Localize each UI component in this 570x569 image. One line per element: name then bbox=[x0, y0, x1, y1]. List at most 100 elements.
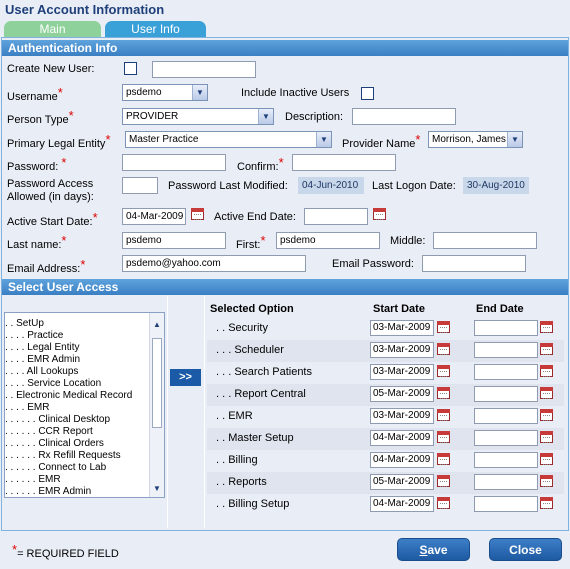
include-inactive-checkbox[interactable] bbox=[361, 87, 374, 100]
end-date-input[interactable] bbox=[474, 430, 538, 446]
start-date-input[interactable]: 03-Mar-2009 bbox=[370, 408, 434, 424]
active-end-input[interactable] bbox=[304, 208, 368, 225]
calendar-icon[interactable] bbox=[540, 387, 553, 399]
required-asterisk: * bbox=[105, 132, 111, 147]
tree-item[interactable]: . . . . EMR Admin bbox=[5, 354, 80, 366]
person-type-select[interactable]: PROVIDER ▼ bbox=[122, 108, 274, 125]
calendar-icon[interactable] bbox=[373, 208, 386, 220]
password-input[interactable] bbox=[122, 154, 226, 171]
active-start-input[interactable]: 04-Mar-2009 bbox=[122, 208, 186, 225]
access-tree-list[interactable]: . . SetUp . . . . Practice . . . . Legal… bbox=[4, 312, 165, 498]
calendar-icon[interactable] bbox=[437, 497, 450, 509]
active-end-label: Active End Date: bbox=[214, 211, 296, 223]
calendar-icon[interactable] bbox=[540, 321, 553, 333]
calendar-icon[interactable] bbox=[437, 321, 450, 333]
primary-legal-entity-select[interactable]: Master Practice ▼ bbox=[125, 131, 332, 148]
end-date-input[interactable] bbox=[474, 496, 538, 512]
tab-main[interactable]: Main bbox=[4, 21, 101, 38]
middle-name-input[interactable] bbox=[433, 232, 537, 249]
end-date-input[interactable] bbox=[474, 408, 538, 424]
end-date-input[interactable] bbox=[474, 474, 538, 490]
create-new-user-input[interactable] bbox=[152, 61, 256, 78]
tree-item[interactable]: . . . . . . CCR Report bbox=[5, 426, 93, 438]
password-label: Password: * bbox=[7, 155, 66, 173]
active-start-label: Active Start Date:* bbox=[7, 210, 98, 228]
email-password-input[interactable] bbox=[422, 255, 526, 272]
confirm-input[interactable] bbox=[292, 154, 396, 171]
start-date-input[interactable]: 03-Mar-2009 bbox=[370, 364, 434, 380]
calendar-icon[interactable] bbox=[437, 343, 450, 355]
tree-item[interactable]: . . . . EMR bbox=[5, 402, 49, 414]
password-access-input[interactable] bbox=[122, 177, 158, 194]
tree-item[interactable]: . . . . . . Connect to Lab bbox=[5, 462, 106, 474]
start-date-input[interactable]: 03-Mar-2009 bbox=[370, 342, 434, 358]
start-date-input[interactable]: 04-Mar-2009 bbox=[370, 496, 434, 512]
calendar-icon[interactable] bbox=[540, 365, 553, 377]
calendar-icon[interactable] bbox=[437, 409, 450, 421]
authentication-section-header: Authentication Info bbox=[2, 40, 568, 56]
password-label-text: Password: bbox=[7, 161, 59, 173]
calendar-icon[interactable] bbox=[540, 453, 553, 465]
scroll-down-icon[interactable]: ▼ bbox=[151, 483, 163, 495]
calendar-icon[interactable] bbox=[437, 387, 450, 399]
calendar-icon[interactable] bbox=[540, 431, 553, 443]
tree-item[interactable]: . . . . . . EMR bbox=[5, 474, 61, 486]
tree-item[interactable]: . . . . Legal Entity bbox=[5, 342, 79, 354]
access-option: . . Master Setup bbox=[216, 432, 294, 444]
save-button[interactable]: Save bbox=[397, 538, 470, 561]
last-name-input[interactable]: psdemo bbox=[122, 232, 226, 249]
create-new-user-checkbox[interactable] bbox=[124, 62, 137, 75]
column-header-start-date: Start Date bbox=[373, 303, 425, 315]
end-date-input[interactable] bbox=[474, 452, 538, 468]
scroll-up-icon[interactable]: ▲ bbox=[151, 319, 163, 331]
tree-item[interactable]: . . . . Service Location bbox=[5, 378, 101, 390]
tree-item[interactable]: . . . . Practice bbox=[5, 330, 63, 342]
end-date-input[interactable] bbox=[474, 386, 538, 402]
calendar-icon[interactable] bbox=[540, 343, 553, 355]
tree-scrollbar[interactable]: ▲ ▼ bbox=[149, 313, 164, 497]
end-date-input[interactable] bbox=[474, 320, 538, 336]
middle-name-label: Middle: bbox=[390, 235, 426, 247]
start-date-input[interactable]: 03-Mar-2009 bbox=[370, 320, 434, 336]
tree-item[interactable]: . . . . . . EMR Admin bbox=[5, 486, 91, 498]
tree-item[interactable]: . . SetUp bbox=[5, 318, 44, 330]
calendar-icon[interactable] bbox=[437, 431, 450, 443]
primary-legal-entity-value: Master Practice bbox=[129, 134, 199, 145]
calendar-icon[interactable] bbox=[540, 475, 553, 487]
calendar-icon[interactable] bbox=[437, 365, 450, 377]
tree-item[interactable]: . . . . . . Clinical Desktop bbox=[5, 414, 110, 426]
required-field-note: *= REQUIRED FIELD bbox=[12, 542, 119, 560]
required-asterisk: * bbox=[68, 108, 74, 123]
email-input[interactable]: psdemo@yahoo.com bbox=[122, 255, 306, 272]
add-access-button[interactable]: >> bbox=[170, 369, 201, 386]
close-button[interactable]: Close bbox=[489, 538, 562, 561]
access-option: . . Security bbox=[216, 322, 268, 334]
provider-name-select[interactable]: Morrison, James ▼ bbox=[428, 131, 523, 148]
tab-user-info[interactable]: User Info bbox=[105, 21, 206, 38]
calendar-icon[interactable] bbox=[540, 409, 553, 421]
calendar-icon[interactable] bbox=[437, 453, 450, 465]
last-name-label-text: Last name: bbox=[7, 239, 62, 251]
access-row: . . Master Setup 04-Mar-2009 bbox=[207, 428, 564, 450]
scroll-thumb[interactable] bbox=[152, 338, 162, 428]
end-date-input[interactable] bbox=[474, 342, 538, 358]
username-select[interactable]: psdemo ▼ bbox=[122, 84, 208, 101]
confirm-label-text: Confirm: bbox=[237, 161, 279, 173]
calendar-icon[interactable] bbox=[191, 208, 204, 220]
calendar-icon[interactable] bbox=[437, 475, 450, 487]
tree-item[interactable]: . . . . All Lookups bbox=[5, 366, 78, 378]
first-name-input[interactable]: psdemo bbox=[276, 232, 380, 249]
description-input[interactable] bbox=[352, 108, 456, 125]
start-date-input[interactable]: 04-Mar-2009 bbox=[370, 430, 434, 446]
divider bbox=[167, 296, 168, 528]
start-date-input[interactable]: 05-Mar-2009 bbox=[370, 474, 434, 490]
start-date-input[interactable]: 05-Mar-2009 bbox=[370, 386, 434, 402]
tree-item[interactable]: . . . . . . Clinical Orders bbox=[5, 438, 104, 450]
calendar-icon[interactable] bbox=[540, 497, 553, 509]
access-row: . . EMR 03-Mar-2009 bbox=[207, 406, 564, 428]
tree-item[interactable]: . . Electronic Medical Record bbox=[5, 390, 132, 402]
start-date-input[interactable]: 04-Mar-2009 bbox=[370, 452, 434, 468]
end-date-input[interactable] bbox=[474, 364, 538, 380]
tree-item[interactable]: . . . . . . Rx Refill Requests bbox=[5, 450, 121, 462]
description-label: Description: bbox=[285, 111, 344, 123]
